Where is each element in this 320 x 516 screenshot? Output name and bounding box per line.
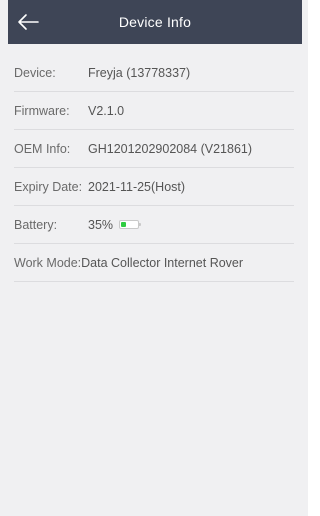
battery-tip	[139, 223, 142, 226]
info-list: Device: Freyja (13778337) Firmware: V2.1…	[14, 54, 294, 282]
work-mode-row[interactable]: Work Mode: Data Collector Internet Rover	[14, 244, 294, 282]
arrow-left-icon	[18, 14, 39, 30]
firmware-row: Firmware: V2.1.0	[14, 92, 294, 130]
expiry-date-row: Expiry Date: 2021-11-25(Host)	[14, 168, 294, 206]
device-label: Device:	[14, 65, 56, 80]
oem-info-value: GH1201202902084 (V21861)	[88, 141, 253, 156]
battery-label: Battery:	[14, 217, 58, 232]
firmware-label: Firmware:	[14, 103, 70, 118]
page-title: Device Info	[118, 14, 192, 30]
header-bar: Device Info	[8, 0, 302, 44]
device-value: Freyja (13778337)	[88, 65, 191, 80]
oem-info-label: OEM Info:	[14, 141, 71, 156]
device-row: Device: Freyja (13778337)	[14, 54, 294, 92]
expiry-date-label: Expiry Date:	[14, 179, 83, 194]
firmware-value: V2.1.0	[88, 103, 125, 118]
battery-value: 35%	[88, 217, 114, 232]
oem-info-row: OEM Info: GH1201202902084 (V21861)	[14, 130, 294, 168]
battery-level-fill	[121, 222, 127, 227]
back-button[interactable]	[8, 0, 48, 44]
work-mode-label: Work Mode:	[14, 255, 82, 270]
battery-icon	[119, 220, 142, 229]
battery-row: Battery: 35%	[14, 206, 294, 244]
expiry-date-value: 2021-11-25(Host)	[88, 179, 186, 194]
work-mode-value: Data Collector Internet Rover	[81, 255, 244, 270]
device-info-screen: Device Info Device: Freyja (13778337) Fi…	[0, 0, 308, 516]
